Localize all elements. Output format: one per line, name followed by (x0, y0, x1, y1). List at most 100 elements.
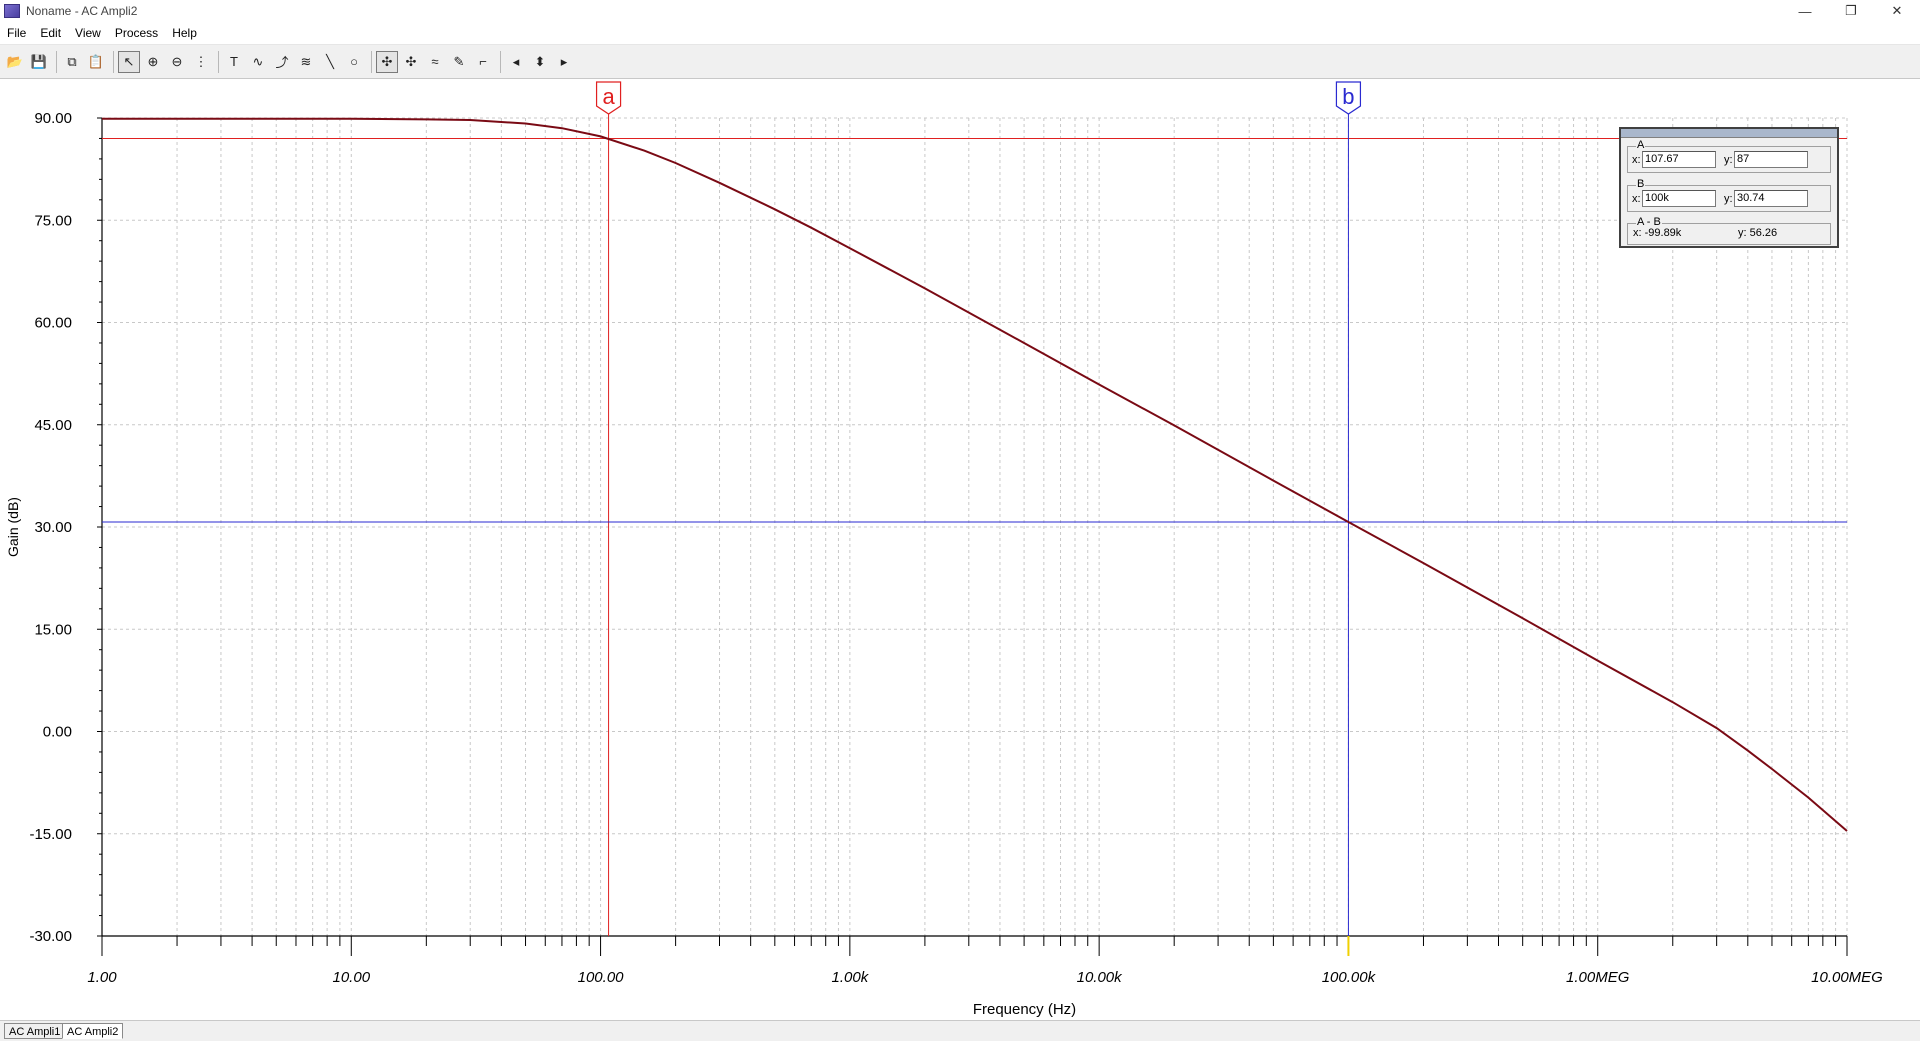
toolbar-separator (113, 50, 114, 73)
toolbar-separator (371, 50, 372, 73)
line-tool-icon: ╲ (326, 53, 334, 69)
waveforms-icon: ≈ (431, 54, 439, 69)
curve-fit-icon: ⤴ (275, 55, 289, 70)
ellipse-tool-icon: ○ (350, 54, 358, 69)
marker-button[interactable]: ✎ (448, 51, 470, 73)
app-icon (4, 4, 20, 18)
open-button[interactable]: 📂 (4, 51, 26, 73)
y-tick-label: 30.00 (34, 519, 72, 536)
cursor-diff-y: y: 56.26 (1738, 227, 1778, 239)
arrow-right-button[interactable]: ▸ (553, 51, 575, 73)
paste-button[interactable]: 📋 (85, 51, 107, 73)
x-tick-label: 1.00MEG (1566, 969, 1630, 986)
waveforms-button[interactable]: ≈ (424, 51, 446, 73)
window-title: Noname - AC Ampli2 (26, 4, 138, 18)
y-tick-label: 90.00 (34, 110, 72, 127)
cursor-readout-panel[interactable]: A x: 107.67 y: 87 B x: 100k y: 30.74 A -… (1619, 127, 1839, 248)
menu-file[interactable]: File (0, 26, 33, 40)
pointer-button[interactable]: ↖ (118, 50, 140, 73)
pointer-icon: ↖ (123, 53, 135, 69)
x-tick-label: 10.00MEG (1811, 969, 1883, 986)
tab-ac-ampli1[interactable]: AC Ampli1 (4, 1023, 66, 1039)
zoom-in-icon: ⊕ (147, 53, 159, 69)
cursor-b-y-field[interactable]: 30.74 (1734, 190, 1808, 207)
cursor-a-group: A x: 107.67 y: 87 (1627, 139, 1831, 173)
y-tick-label: -15.00 (29, 826, 72, 843)
copy-button[interactable]: ⧉ (61, 51, 83, 73)
plot-area: 90.00 75.00 60.00 45.00 30.00 15.00 0.00 -15.00… (0, 80, 1920, 1020)
curve-tool-button[interactable]: ∿ (247, 51, 269, 73)
curve-label-icon: ≋ (300, 53, 312, 69)
text-button[interactable]: T (223, 51, 245, 73)
cursor-b-icon: ✣ (405, 53, 417, 69)
x-tick-label: 1.00k (832, 969, 870, 986)
y-tick-label: 75.00 (34, 212, 72, 229)
cursor-diff-group: A - B x: -99.89k y: 56.26 (1627, 216, 1831, 245)
y-tick-label: 15.00 (34, 621, 72, 638)
arrow-updown-button[interactable]: ⬍ (529, 51, 551, 73)
paste-icon: 📋 (87, 53, 105, 69)
curve-label-button[interactable]: ≋ (295, 51, 317, 73)
line-tool-button[interactable]: ╲ (319, 51, 341, 73)
cursor-a-x-field[interactable]: 107.67 (1642, 151, 1716, 168)
y-axis-label: Gain (dB) (5, 497, 21, 557)
grid-icon: ⋮ (194, 53, 208, 69)
restore-button[interactable]: ❐ (1828, 0, 1874, 22)
curve-tool-icon: ∿ (252, 53, 264, 69)
close-button[interactable]: ✕ (1874, 0, 1920, 22)
y-tick-label: -30.00 (29, 928, 72, 945)
cursor-b-group: B x: 100k y: 30.74 (1627, 178, 1831, 212)
x-tick-label: 10.00k (1077, 969, 1124, 986)
y-tick-label: 60.00 (34, 315, 72, 332)
menu-view[interactable]: View (68, 26, 108, 40)
tab-ac-ampli2[interactable]: AC Ampli2 (62, 1023, 124, 1039)
cursor-b-flag-label: b (1342, 84, 1354, 109)
open-icon: 📂 (6, 53, 24, 69)
marker-icon: ✎ (453, 53, 465, 69)
menu-edit[interactable]: Edit (33, 26, 68, 40)
x-axis-label: Frequency (Hz) (973, 1001, 1076, 1018)
arrow-right-icon: ▸ (560, 53, 568, 69)
cursor-b-x-field[interactable]: 100k (1642, 190, 1716, 207)
cursor-a-icon: ✣ (381, 53, 393, 69)
toolbar-separator (218, 50, 219, 73)
menu-help[interactable]: Help (165, 26, 204, 40)
text-icon: T (230, 54, 238, 69)
minimize-button[interactable]: — (1782, 0, 1828, 22)
cursor-a-y-label: y: (1724, 154, 1733, 166)
curve-fit-button[interactable]: ⤴ (271, 51, 293, 73)
menu-bar: File Edit View Process Help (0, 22, 1920, 45)
toolbar-separator (56, 50, 57, 73)
ellipse-tool-button[interactable]: ○ (343, 51, 365, 73)
grid-button[interactable]: ⋮ (190, 51, 212, 73)
tab-bar: AC Ampli1 AC Ampli2 (0, 1020, 1920, 1041)
step-icon: ⌐ (479, 54, 487, 69)
copy-icon: ⧉ (67, 53, 77, 69)
arrow-left-button[interactable]: ◂ (505, 51, 527, 73)
x-tick-label: 1.00 (87, 969, 117, 986)
y-tick-label: 0.00 (43, 724, 72, 741)
cursor-diff-x: x: -99.89k (1633, 227, 1682, 239)
x-tick-label: 100.00 (578, 969, 625, 986)
save-icon: 💾 (30, 53, 48, 69)
cursor-b-x-label: x: (1632, 193, 1641, 205)
cursor-b-y-label: y: (1724, 193, 1733, 205)
gain-curve (102, 117, 1848, 832)
arrow-left-icon: ◂ (512, 53, 520, 69)
zoom-out-button[interactable]: ⊖ (166, 51, 188, 73)
cursor-panel-titlebar[interactable] (1621, 129, 1837, 138)
toolbar-separator (500, 50, 501, 73)
step-button[interactable]: ⌐ (472, 51, 494, 73)
zoom-in-button[interactable]: ⊕ (142, 51, 164, 73)
arrow-updown-icon: ⬍ (534, 53, 546, 69)
title-bar: Noname - AC Ampli2 — ❐ ✕ (0, 0, 1920, 22)
save-button[interactable]: 💾 (28, 51, 50, 73)
cursor-a-x-label: x: (1632, 154, 1641, 166)
y-tick-label: 45.00 (34, 417, 72, 434)
x-tick-label: 10.00 (333, 969, 371, 986)
cursor-a-button[interactable]: ✣ (376, 50, 398, 73)
window-controls: — ❐ ✕ (1782, 0, 1920, 22)
cursor-a-y-field[interactable]: 87 (1734, 151, 1808, 168)
menu-process[interactable]: Process (108, 26, 165, 40)
cursor-b-button[interactable]: ✣ (400, 51, 422, 73)
